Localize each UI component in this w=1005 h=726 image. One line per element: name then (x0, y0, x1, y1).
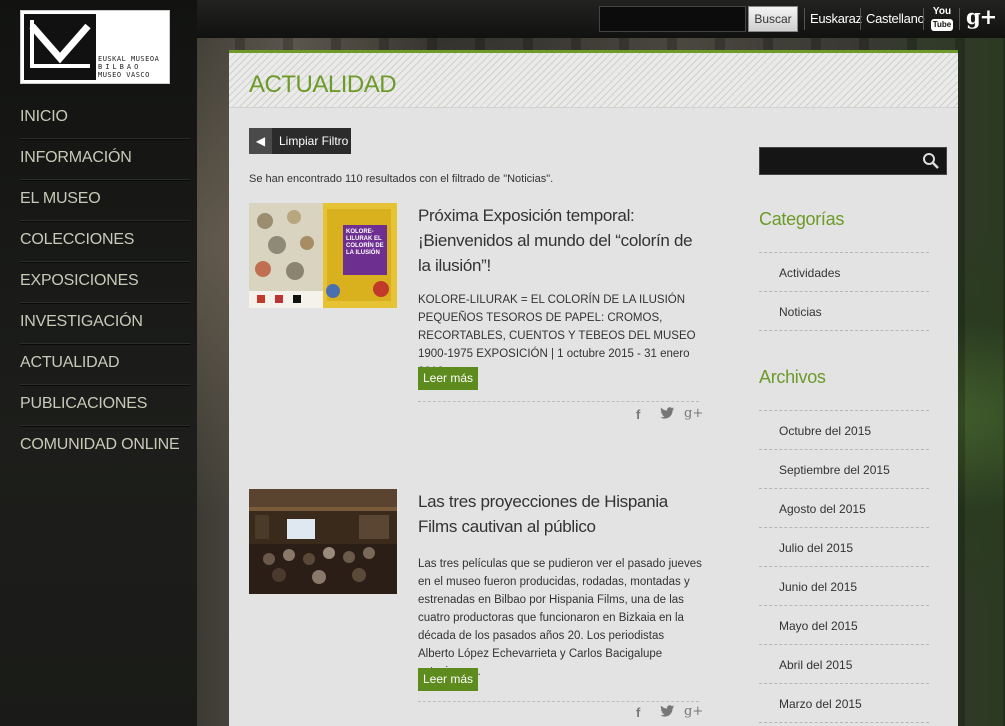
nav-item-comunidad-online[interactable]: COMUNIDAD ONLINE (20, 426, 190, 467)
archive-link[interactable]: Julio del 2015 (779, 541, 853, 555)
logo-text-line: BILBAO (98, 63, 142, 71)
results-count: Se han encontrado 110 resultados con el … (249, 173, 554, 185)
google-plus-icon[interactable]: g+ (684, 406, 703, 421)
archive-link[interactable]: Septiembre del 2015 (779, 463, 890, 477)
top-search-input[interactable] (599, 6, 746, 32)
facebook-icon[interactable]: f (636, 407, 640, 422)
read-more-button[interactable]: Leer más (418, 367, 478, 390)
content-panel: ACTUALIDAD ◀ Limpiar Filtro Se han encon… (229, 50, 958, 726)
divider (959, 8, 960, 30)
divider (804, 8, 805, 30)
facebook-icon[interactable]: f (636, 705, 640, 720)
post-thumbnail[interactable]: KOLORE-LILURAK EL COLORÍN DE LA ILUSIÓN (249, 203, 397, 308)
divider (759, 330, 929, 331)
divider (418, 701, 699, 702)
category-link[interactable]: Noticias (779, 305, 822, 319)
lang-castellano-link[interactable]: Castellano (866, 11, 925, 26)
divider (418, 401, 699, 402)
nav-item-colecciones[interactable]: COLECCIONES (20, 221, 190, 262)
nav-item-investigacion[interactable]: INVESTIGACIÓN (20, 303, 190, 344)
clear-filter-label: Limpiar Filtro (279, 134, 349, 148)
post-title[interactable]: Las tres proyecciones de Hispania Films … (418, 489, 703, 539)
divider (759, 566, 929, 567)
divider (759, 605, 929, 606)
sidebar-search-input[interactable] (759, 147, 947, 175)
chevron-left-icon: ◀ (249, 128, 272, 154)
archive-link[interactable]: Mayo del 2015 (779, 619, 858, 633)
clear-filter-button[interactable]: ◀ Limpiar Filtro (249, 128, 351, 154)
thumb-caption: KOLORE-LILURAK EL COLORÍN DE LA ILUSIÓN (346, 229, 384, 256)
divider (759, 252, 929, 253)
youtube-icon[interactable]: You Tube (931, 7, 953, 31)
post-excerpt: Las tres películas que se pudieron ver e… (418, 558, 702, 678)
page-title: ACTUALIDAD (249, 71, 397, 98)
divider (923, 8, 924, 30)
youtube-label-top: You (932, 6, 952, 17)
top-search-button[interactable]: Buscar (748, 6, 798, 32)
youtube-label-bottom: Tube (931, 19, 953, 31)
archive-link[interactable]: Agosto del 2015 (779, 502, 866, 516)
news-post: KOLORE-LILURAK EL COLORÍN DE LA ILUSIÓN … (249, 203, 703, 433)
nav-item-informacion[interactable]: INFORMACIÓN (20, 139, 190, 180)
logo-text-line: MUSEO VASCO (98, 71, 150, 79)
divider (759, 410, 929, 411)
twitter-icon[interactable] (660, 407, 674, 422)
museum-logo[interactable]: EUSKAL MUSEOA BILBAO MUSEO VASCO (20, 10, 170, 84)
archives-heading: Archivos (759, 367, 826, 387)
post-thumbnail[interactable] (249, 489, 397, 594)
google-plus-icon[interactable]: g+ (684, 704, 703, 719)
categories-heading: Categorías (759, 209, 845, 229)
nav-item-publicaciones[interactable]: PUBLICACIONES (20, 385, 190, 426)
divider (759, 527, 929, 528)
read-more-button[interactable]: Leer más (418, 668, 478, 691)
left-sidebar: EUSKAL MUSEOA BILBAO MUSEO VASCO INICIO … (0, 0, 197, 726)
divider (860, 8, 861, 30)
nav-item-el-museo[interactable]: EL MUSEO (20, 180, 190, 221)
nav-item-inicio[interactable]: INICIO (20, 98, 190, 139)
archive-link[interactable]: Abril del 2015 (779, 658, 852, 672)
main-nav: INICIO INFORMACIÓN EL MUSEO COLECCIONES … (0, 98, 197, 467)
logo-text: EUSKAL MUSEOA BILBAO MUSEO VASCO (98, 55, 170, 79)
divider (759, 722, 929, 723)
archive-link[interactable]: Marzo del 2015 (779, 697, 862, 711)
divider (759, 644, 929, 645)
logo-text-line: EUSKAL MUSEOA (98, 55, 160, 63)
divider (759, 488, 929, 489)
divider (759, 683, 929, 684)
search-icon[interactable] (922, 152, 940, 170)
google-plus-icon[interactable]: g+ (966, 4, 997, 29)
nav-item-exposiciones[interactable]: EXPOSICIONES (20, 262, 190, 303)
divider (759, 291, 929, 292)
archive-link[interactable]: Junio del 2015 (779, 580, 857, 594)
twitter-icon[interactable] (660, 705, 674, 720)
news-post: Las tres proyecciones de Hispania Films … (249, 489, 703, 726)
archive-link[interactable]: Octubre del 2015 (779, 424, 871, 438)
nav-item-actualidad[interactable]: ACTUALIDAD (20, 344, 190, 385)
divider (759, 449, 929, 450)
post-title[interactable]: Próxima Exposición temporal: ¡Bienvenido… (418, 203, 703, 278)
logo-mark-icon (24, 14, 96, 80)
lang-euskaraz-link[interactable]: Euskaraz (810, 11, 862, 26)
category-link[interactable]: Actividades (779, 266, 840, 280)
